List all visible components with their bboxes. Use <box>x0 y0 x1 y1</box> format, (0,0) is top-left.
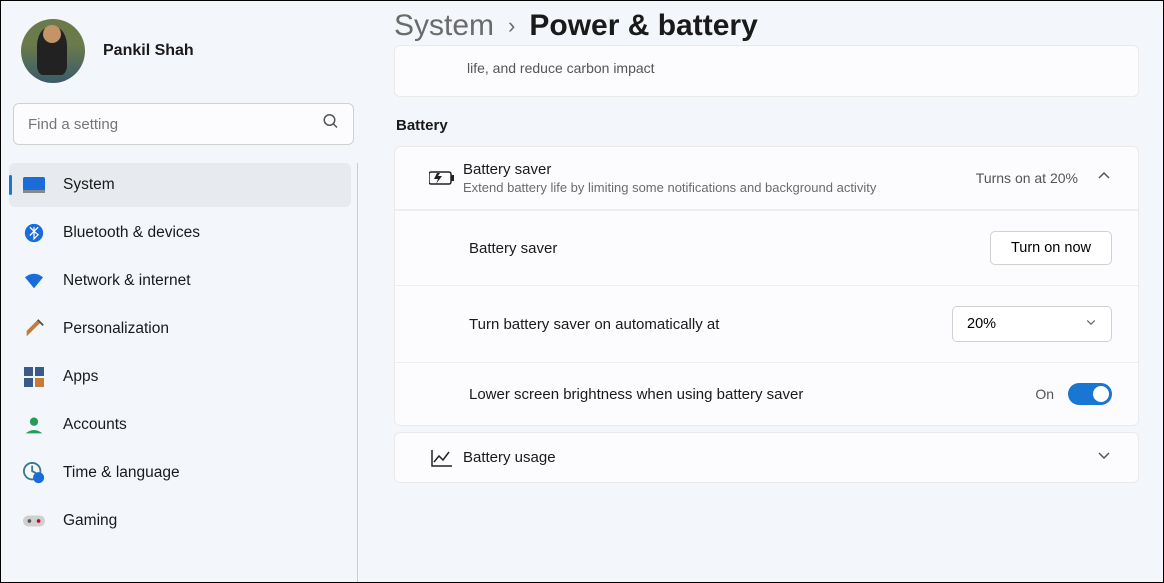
breadcrumb: System › Power & battery <box>394 9 1139 43</box>
battery-saver-toggle-label: Battery saver <box>469 240 990 257</box>
nav: System Bluetooth & devices Network & int… <box>9 163 358 582</box>
lower-brightness-row: Lower screen brightness when using batte… <box>395 362 1138 425</box>
select-value: 20% <box>967 316 996 332</box>
battery-saver-header[interactable]: Battery saver Extend battery life by lim… <box>395 147 1138 210</box>
wifi-icon <box>23 270 45 292</box>
battery-saver-card: Battery saver Extend battery life by lim… <box>394 146 1139 426</box>
power-mode-card[interactable]: life, and reduce carbon impact <box>394 45 1139 97</box>
brush-icon <box>23 318 45 340</box>
chevron-down-icon <box>1096 447 1112 468</box>
battery-usage-title: Battery usage <box>463 449 1096 466</box>
battery-saver-auto-row: Turn battery saver on automatically at 2… <box>395 285 1138 362</box>
toggle-state-text: On <box>1035 386 1054 402</box>
gamepad-icon <box>23 510 45 532</box>
profile[interactable]: Pankil Shah <box>9 11 358 97</box>
battery-saver-title: Battery saver <box>463 161 976 178</box>
sidebar-item-label: Accounts <box>63 416 127 434</box>
sidebar-item-gaming[interactable]: Gaming <box>9 499 351 543</box>
sidebar-item-system[interactable]: System <box>9 163 351 207</box>
sidebar-item-accounts[interactable]: Accounts <box>9 403 351 447</box>
sidebar-item-label: Apps <box>63 368 98 386</box>
chevron-right-icon: › <box>508 13 515 39</box>
avatar <box>21 19 85 83</box>
lower-brightness-label: Lower screen brightness when using batte… <box>469 386 1035 403</box>
power-mode-desc: life, and reduce carbon impact <box>395 46 1138 96</box>
battery-usage-card[interactable]: Battery usage <box>394 432 1139 483</box>
sidebar-item-apps[interactable]: Apps <box>9 355 351 399</box>
breadcrumb-current: Power & battery <box>529 9 757 43</box>
chart-icon <box>421 448 463 468</box>
battery-saver-status: Turns on at 20% <box>976 170 1078 186</box>
battery-saver-threshold-select[interactable]: 20% <box>952 306 1112 342</box>
sidebar-item-label: Network & internet <box>63 272 191 290</box>
sidebar-item-network[interactable]: Network & internet <box>9 259 351 303</box>
sidebar-item-label: System <box>63 176 115 194</box>
battery-saver-toggle-row: Battery saver Turn on now <box>395 210 1138 285</box>
clock-globe-icon <box>23 462 45 484</box>
sidebar-item-label: Gaming <box>63 512 117 530</box>
sidebar-item-time-language[interactable]: Time & language <box>9 451 351 495</box>
search-wrap <box>13 103 354 145</box>
turn-on-now-button[interactable]: Turn on now <box>990 231 1112 265</box>
bluetooth-icon <box>23 222 45 244</box>
system-icon <box>23 174 45 196</box>
sidebar-item-personalization[interactable]: Personalization <box>9 307 351 351</box>
sidebar: Pankil Shah System Bluetooth & devices N… <box>1 1 366 582</box>
battery-saver-auto-label: Turn battery saver on automatically at <box>469 316 952 333</box>
sidebar-item-label: Time & language <box>63 464 180 482</box>
battery-saver-icon <box>421 169 463 187</box>
profile-name: Pankil Shah <box>103 42 194 60</box>
battery-saver-desc: Extend battery life by limiting some not… <box>463 180 963 195</box>
chevron-up-icon <box>1096 168 1112 189</box>
sidebar-item-label: Personalization <box>63 320 169 338</box>
breadcrumb-parent[interactable]: System <box>394 9 494 43</box>
sidebar-item-bluetooth[interactable]: Bluetooth & devices <box>9 211 351 255</box>
person-icon <box>23 414 45 436</box>
section-battery-title: Battery <box>396 117 1137 134</box>
search-input[interactable] <box>13 103 354 145</box>
sidebar-item-label: Bluetooth & devices <box>63 224 200 242</box>
lower-brightness-toggle[interactable] <box>1068 383 1112 405</box>
search-icon <box>322 113 340 136</box>
apps-icon <box>23 366 45 388</box>
chevron-down-icon <box>1085 316 1097 332</box>
main: System › Power & battery life, and reduc… <box>366 1 1163 582</box>
